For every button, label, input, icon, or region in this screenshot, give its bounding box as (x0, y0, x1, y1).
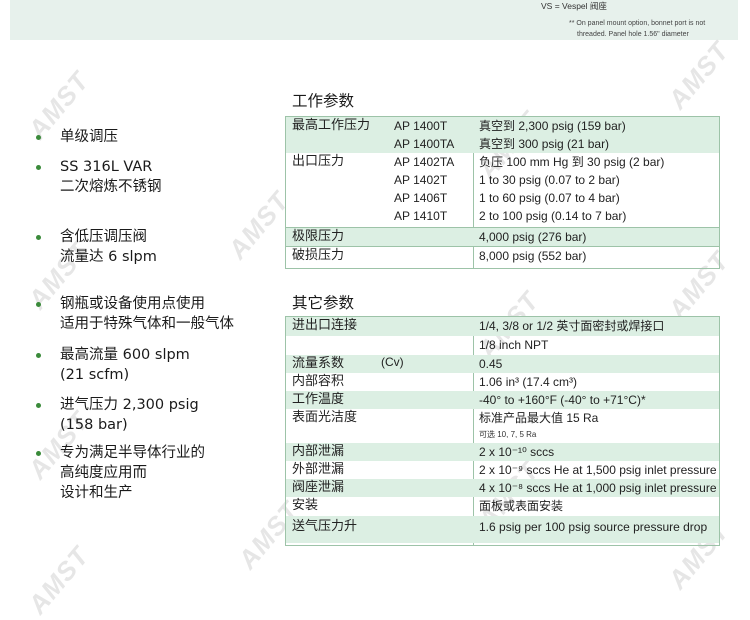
panel-mount-note: ** On panel mount option, bonnet port is… (569, 18, 735, 40)
table-row: 极限压力 4,000 psig (276 bar) (286, 227, 719, 246)
other-params-table: 进出口连接 1/4, 3/8 or 1/2 英寸面密封或焊接口 1/8 inch… (285, 316, 720, 546)
table-row: 破损压力 8,000 psig (552 bar) (286, 246, 719, 266)
bullet-icon (36, 302, 41, 307)
table-row: 内部泄漏 2 x 10⁻¹⁰ sccs (286, 443, 719, 461)
row-value: 真空到 300 psig (21 bar) (479, 137, 610, 151)
row-value: 标准产品最大值 15 Ra (479, 411, 599, 425)
table-row: 流量系数 (Cv) 0.45 (286, 355, 719, 373)
bullet-icon (36, 353, 41, 358)
note-line: threaded. Panel hole 1.56" diameter (577, 31, 689, 38)
row-value: 真空到 2,300 psig (159 bar) (479, 119, 626, 133)
row-sub-value: 可选 10, 7, 5 Ra (479, 430, 537, 439)
bullet-icon (36, 403, 41, 408)
table-row: 安装 面板或表面安装 (286, 497, 719, 516)
feature-text: (158 bar) (60, 417, 128, 433)
working-params-title: 工作参数 (292, 92, 355, 110)
feature-text: 专为满足半导体行业的 (60, 445, 205, 461)
row-model: AP 1400T (394, 119, 448, 133)
row-label: 进出口连接 (292, 318, 358, 333)
row-label: 表面光洁度 (292, 410, 358, 425)
row-value: 2 x 10⁻¹⁰ sccs (479, 445, 555, 459)
feature-text: 二次熔炼不锈钢 (60, 179, 162, 195)
row-value: -40° to +160°F (-40° to +71°C)* (479, 393, 646, 407)
table-row: 1/8 inch NPT (286, 336, 719, 355)
feature-text: 设计和生产 (60, 485, 133, 501)
row-value: 负压 100 mm Hg 到 30 psig (2 bar) (479, 155, 665, 169)
row-model: AP 1410T (394, 209, 448, 223)
row-model: AP 1406T (394, 191, 448, 205)
row-label: 出口压力 (292, 154, 345, 169)
row-value: 2 to 100 psig (0.14 to 7 bar) (479, 209, 627, 223)
table-row: 表面光洁度 标准产品最大值 15 Ra 可选 10, 7, 5 Ra (286, 409, 719, 443)
row-label: 安装 (292, 498, 319, 513)
feature-text: 单级调压 (60, 129, 118, 145)
bullet-icon (36, 135, 41, 140)
feature-text: 最高流量 600 slpm (60, 347, 190, 363)
table-row: 出口压力 AP 1402TA 负压 100 mm Hg 到 30 psig (2… (286, 153, 719, 171)
note-line: ** On panel mount option, bonnet port is… (569, 20, 706, 27)
watermark: AMST (661, 35, 735, 115)
row-model: AP 1400TA (394, 137, 455, 151)
table-row: 内部容积 1.06 in³ (17.4 cm³) (286, 373, 719, 391)
feature-text: 适用于特殊气体和一般气体 (60, 316, 234, 332)
feature-text: (21 scfm) (60, 367, 130, 383)
bullet-icon (36, 165, 41, 170)
feature-text: 钢瓶或设备使用点使用 (60, 296, 205, 312)
row-model: AP 1402T (394, 173, 448, 187)
table-row: 最高工作压力 AP 1400T 真空到 2,300 psig (159 bar) (286, 117, 719, 135)
row-value: 1.06 in³ (17.4 cm³) (479, 375, 578, 389)
row-value: 2 x 10⁻⁹ sccs He at 1,500 psig inlet pre… (479, 463, 717, 477)
row-value: 1 to 60 psig (0.07 to 4 bar) (479, 191, 620, 205)
feature-text: SS 316L VAR (60, 159, 153, 175)
watermark: AMST (21, 540, 95, 620)
feature-text: 含低压调压阀 (60, 229, 147, 245)
row-label: 外部泄漏 (292, 462, 345, 477)
row-value: 0.45 (479, 357, 503, 371)
cv-label: (Cv) (381, 355, 404, 369)
row-label: 内部泄漏 (292, 444, 345, 459)
row-label: 送气压力升 (292, 519, 358, 534)
bullet-icon (36, 451, 41, 456)
row-label: 内部容积 (292, 374, 345, 389)
other-params-title: 其它参数 (292, 294, 355, 312)
row-value: 1 to 30 psig (0.07 to 2 bar) (479, 173, 620, 187)
feature-text: 进气压力 2,300 psig (60, 397, 199, 413)
row-label: 最高工作压力 (292, 118, 371, 133)
row-label: 破损压力 (292, 248, 345, 263)
table-row: AP 1410T 2 to 100 psig (0.14 to 7 bar) (286, 207, 719, 227)
vs-legend: VS = Vespel 阀座 (541, 1, 607, 11)
row-value: 1/8 inch NPT (479, 338, 549, 352)
row-label: 工作温度 (292, 392, 345, 407)
table-row: 外部泄漏 2 x 10⁻⁹ sccs He at 1,500 psig inle… (286, 461, 719, 479)
row-value: 8,000 psig (552 bar) (479, 249, 587, 263)
working-params-table: 最高工作压力 AP 1400T 真空到 2,300 psig (159 bar)… (285, 116, 720, 269)
table-row: AP 1406T 1 to 60 psig (0.07 to 4 bar) (286, 189, 719, 207)
table-row: 阀座泄漏 4 x 10⁻⁸ sccs He at 1,000 psig inle… (286, 479, 719, 497)
table-row: 进出口连接 1/4, 3/8 or 1/2 英寸面密封或焊接口 (286, 317, 719, 336)
row-label: 阀座泄漏 (292, 480, 345, 495)
row-model: AP 1402TA (394, 155, 455, 169)
row-value: 4,000 psig (276 bar) (479, 230, 587, 244)
row-value: 面板或表面安装 (479, 499, 564, 513)
row-label: 流量系数 (292, 356, 345, 371)
row-value: 1.6 psig per 100 psig source pressure dr… (479, 520, 708, 534)
row-label: 极限压力 (292, 229, 345, 244)
table-row: AP 1400TA 真空到 300 psig (21 bar) (286, 135, 719, 153)
feature-text: 流量达 6 slpm (60, 249, 157, 265)
row-value: 4 x 10⁻⁸ sccs He at 1,000 psig inlet pre… (479, 481, 717, 495)
table-row: 送气压力升 1.6 psig per 100 psig source press… (286, 516, 719, 543)
bullet-icon (36, 235, 41, 240)
table-row: 工作温度 -40° to +160°F (-40° to +71°C)* (286, 391, 719, 409)
table-row: AP 1402T 1 to 30 psig (0.07 to 2 bar) (286, 171, 719, 189)
row-value: 1/4, 3/8 or 1/2 英寸面密封或焊接口 (479, 319, 665, 333)
feature-text: 高纯度应用而 (60, 465, 147, 481)
